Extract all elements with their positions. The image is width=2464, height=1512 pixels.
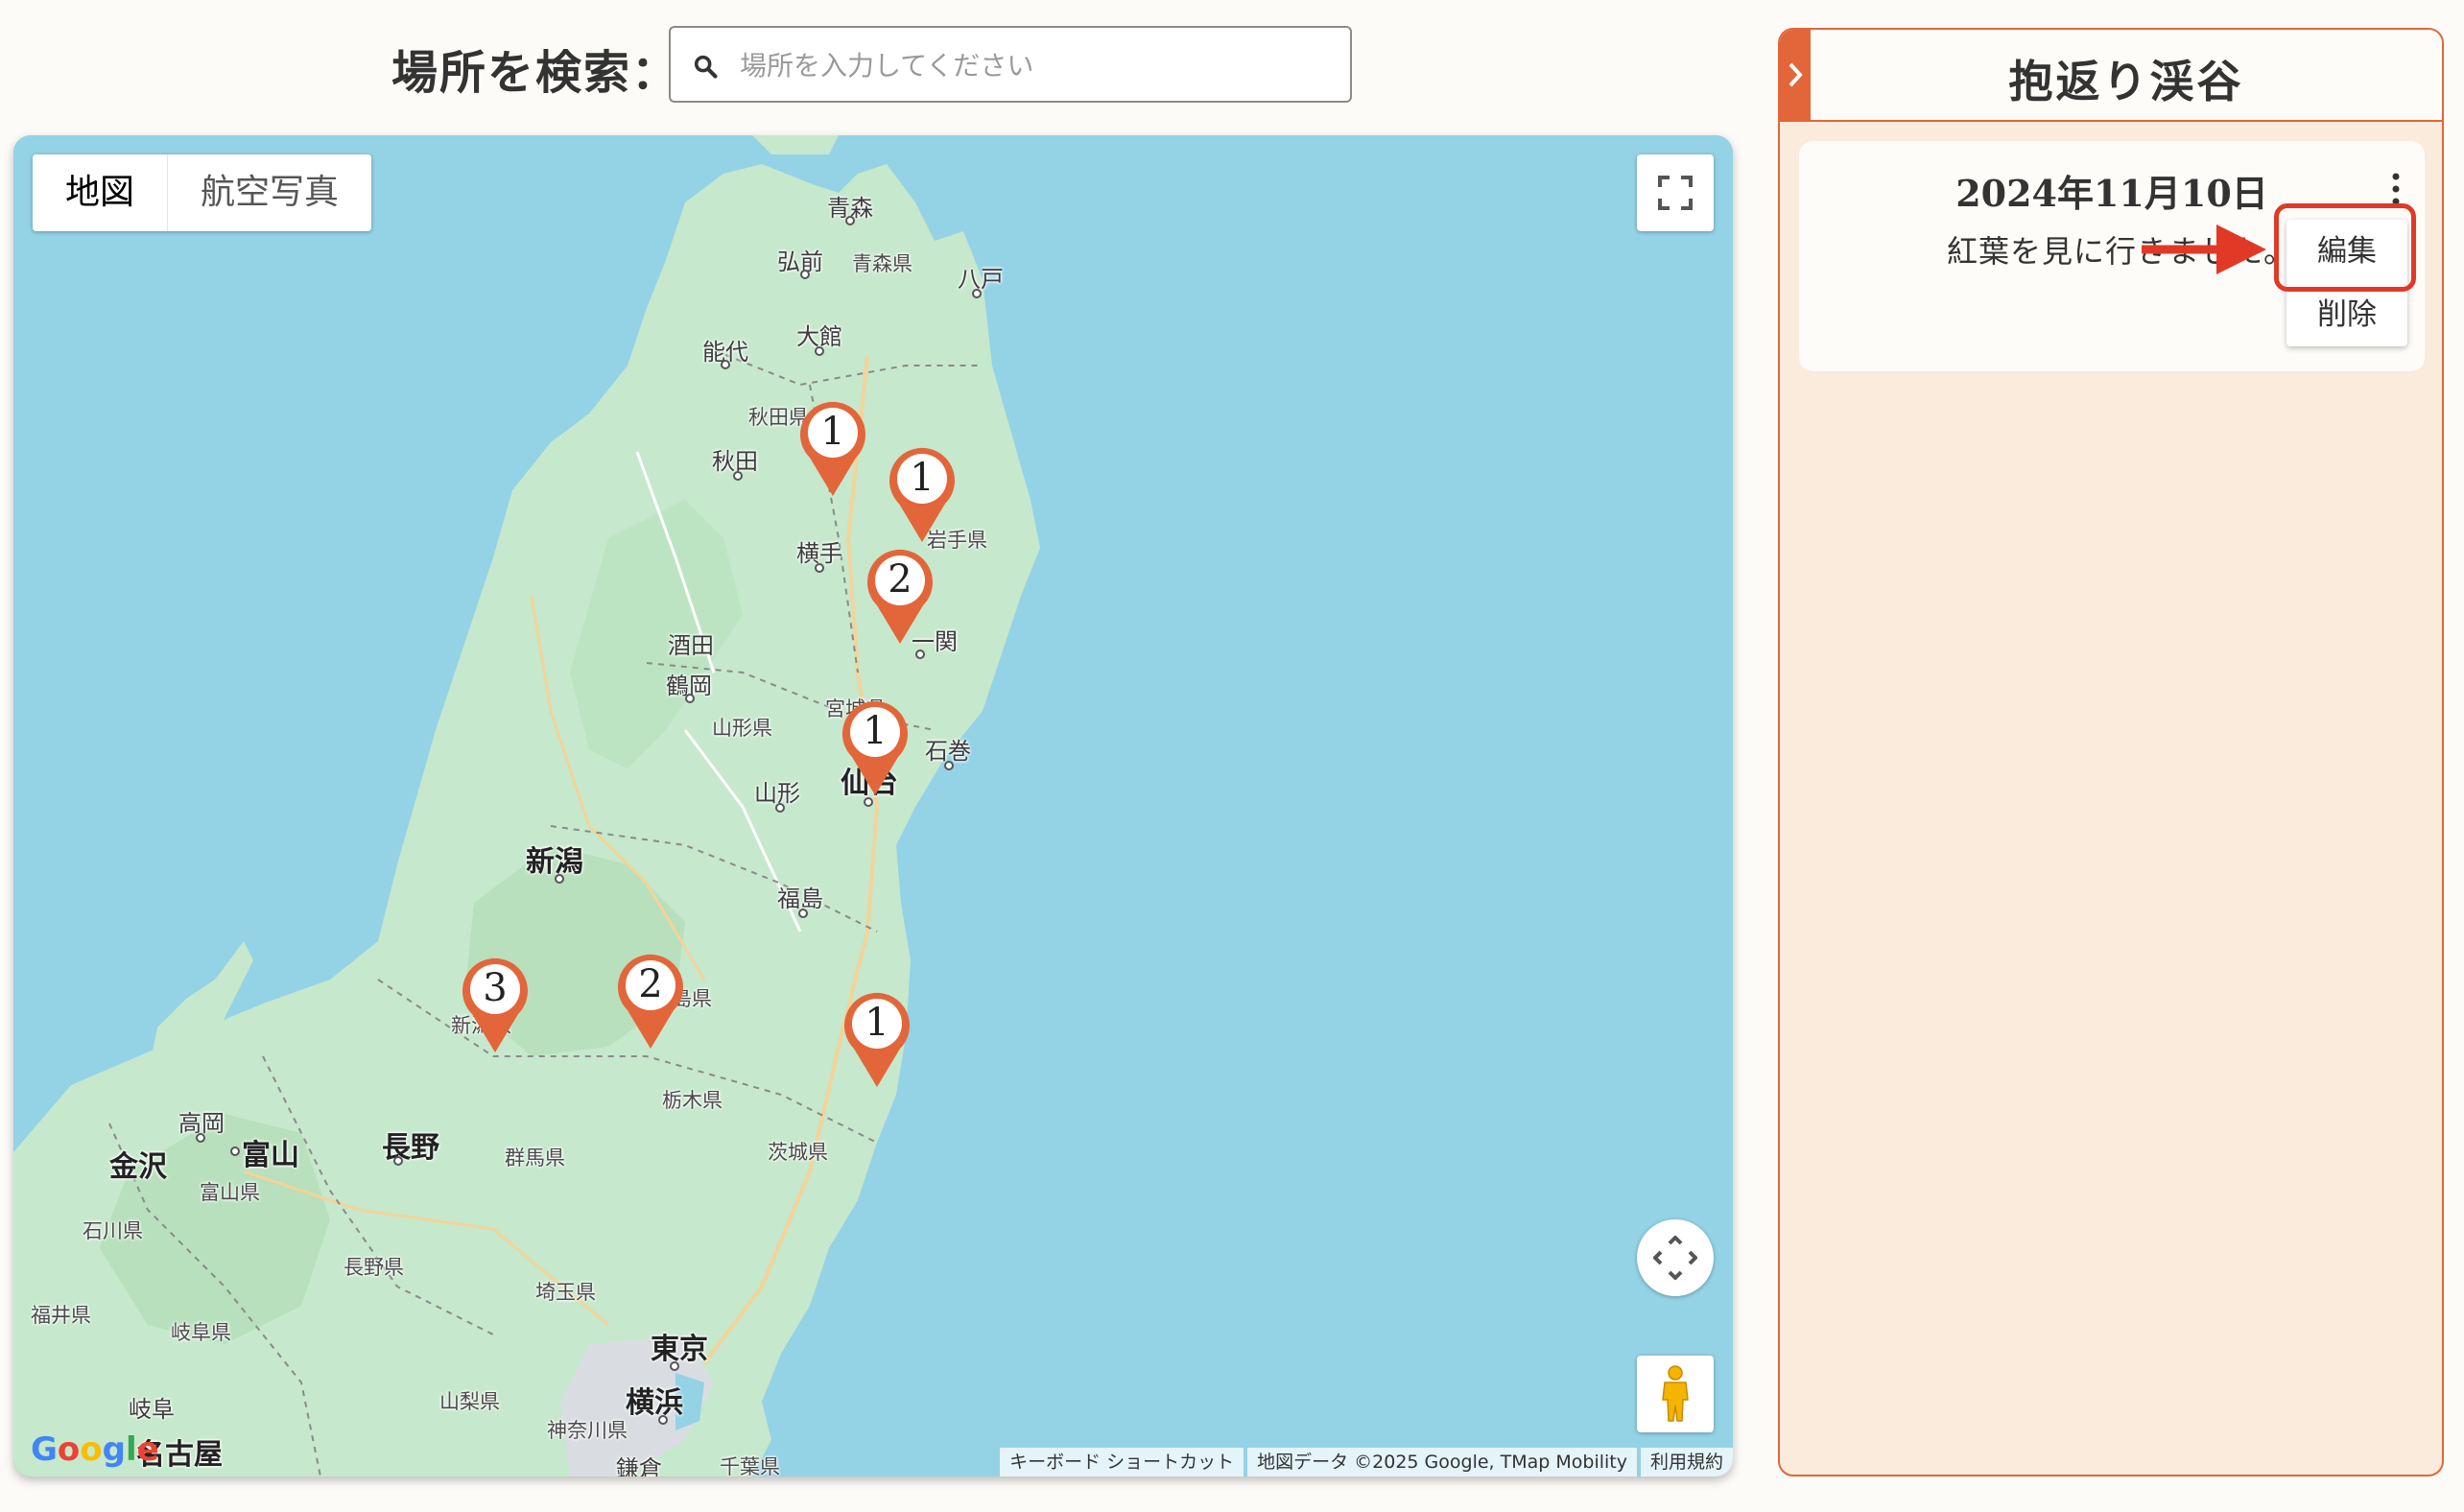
- annotation-arrow-icon: [2142, 224, 2266, 274]
- city-dot: [815, 346, 824, 356]
- marker-count: 1: [820, 410, 845, 454]
- location-marker[interactable]: 1: [886, 444, 959, 544]
- map-label: 鎌倉: [616, 1455, 662, 1477]
- terms-link[interactable]: 利用規約: [1640, 1448, 1733, 1477]
- panel-header: 抱返り渓谷: [1780, 30, 2442, 122]
- search-input[interactable]: [738, 35, 1337, 95]
- map-label: 富山県: [200, 1181, 260, 1204]
- location-marker[interactable]: 2: [864, 546, 936, 646]
- google-logo[interactable]: Google: [31, 1430, 159, 1469]
- map[interactable]: 地図 航空写真 青森 弘前 青森県 八戸 能代 大館 秋田県 秋田 岩手県 横手…: [13, 135, 1733, 1477]
- map-label: 千葉県: [720, 1455, 780, 1477]
- map-label: 長野: [382, 1131, 439, 1165]
- city-dot: [658, 1415, 668, 1425]
- map-label: 金沢: [109, 1150, 167, 1184]
- map-label: 福井県: [31, 1304, 91, 1327]
- camera-control-icon: [1653, 1236, 1697, 1280]
- fullscreen-icon: [1658, 176, 1693, 210]
- map-label: 山梨県: [439, 1390, 500, 1413]
- map-data-attribution: 地図データ ©2025 Google, TMap Mobility: [1247, 1448, 1637, 1477]
- map-label: 岐阜: [129, 1396, 175, 1423]
- marker-count: 1: [863, 709, 888, 753]
- marker-count: 2: [888, 557, 912, 602]
- location-marker[interactable]: 3: [459, 955, 532, 1054]
- map-label: 新潟: [526, 845, 583, 879]
- map-label: 東京: [651, 1333, 708, 1366]
- keyboard-shortcuts-link[interactable]: キーボード ショートカット: [1000, 1448, 1244, 1477]
- map-attribution: キーボード ショートカット 地図データ ©2025 Google, TMap M…: [996, 1448, 1733, 1477]
- annotation-highlight-box: [2274, 203, 2416, 292]
- pegman-button[interactable]: [1637, 1356, 1714, 1432]
- search-box[interactable]: [669, 26, 1352, 103]
- city-dot: [944, 761, 954, 770]
- city-dot: [196, 1133, 205, 1143]
- marker-count: 1: [865, 1001, 889, 1045]
- chevron-right-icon: [1789, 62, 1803, 87]
- city-dot: [670, 1361, 679, 1371]
- panel-toggle-button[interactable]: [1780, 30, 1811, 120]
- map-label: 富山: [242, 1139, 299, 1172]
- map-type-map-button[interactable]: 地図: [33, 154, 168, 231]
- search-label: 場所を検索：: [391, 46, 680, 100]
- map-label: 山形県: [712, 717, 772, 740]
- city-dot: [845, 216, 855, 225]
- panel-title: 抱返り渓谷: [2008, 56, 2244, 107]
- map-label: 茨城県: [768, 1141, 828, 1164]
- city-dot: [972, 289, 982, 298]
- city-dot: [555, 874, 564, 884]
- map-label: 八戸: [958, 266, 1004, 293]
- city-dot: [800, 270, 810, 279]
- map-type-control: 地図 航空写真: [33, 154, 372, 231]
- marker-count: 3: [483, 966, 508, 1010]
- city-dot: [915, 650, 925, 659]
- map-base[interactable]: [13, 135, 1733, 1477]
- map-label: 横浜: [626, 1386, 683, 1420]
- city-dot: [393, 1156, 403, 1166]
- city-dot: [864, 797, 873, 807]
- more-options-icon[interactable]: [2386, 172, 2405, 206]
- city-dot: [798, 909, 808, 918]
- fullscreen-button[interactable]: [1637, 154, 1714, 231]
- map-type-satellite-button[interactable]: 航空写真: [167, 154, 372, 231]
- city-dot: [815, 563, 824, 573]
- map-label: 神奈川県: [547, 1419, 628, 1442]
- marker-count: 1: [910, 456, 935, 500]
- map-label: 埼玉県: [535, 1281, 596, 1304]
- map-label: 酒田: [668, 632, 714, 659]
- map-label: 栃木県: [662, 1089, 723, 1112]
- city-dot: [685, 694, 695, 703]
- search-icon: [694, 55, 718, 79]
- city-dot: [721, 360, 730, 369]
- map-label: 岐阜県: [171, 1321, 231, 1344]
- city-dot: [230, 1146, 240, 1156]
- map-label: 長野県: [344, 1256, 404, 1279]
- map-label: 青森県: [852, 252, 912, 275]
- city-dot: [733, 471, 743, 481]
- marker-count: 2: [638, 962, 663, 1006]
- pegman-icon: [1662, 1365, 1689, 1422]
- delete-menu-item[interactable]: 削除: [2286, 283, 2407, 346]
- location-marker[interactable]: 1: [839, 697, 912, 797]
- camera-control-button[interactable]: [1637, 1219, 1714, 1296]
- location-marker[interactable]: 1: [796, 398, 869, 498]
- city-dot: [775, 803, 785, 813]
- map-label: 石川県: [83, 1219, 143, 1242]
- location-marker[interactable]: 2: [614, 951, 687, 1051]
- location-marker[interactable]: 1: [841, 989, 913, 1089]
- map-label: 群馬県: [505, 1146, 565, 1169]
